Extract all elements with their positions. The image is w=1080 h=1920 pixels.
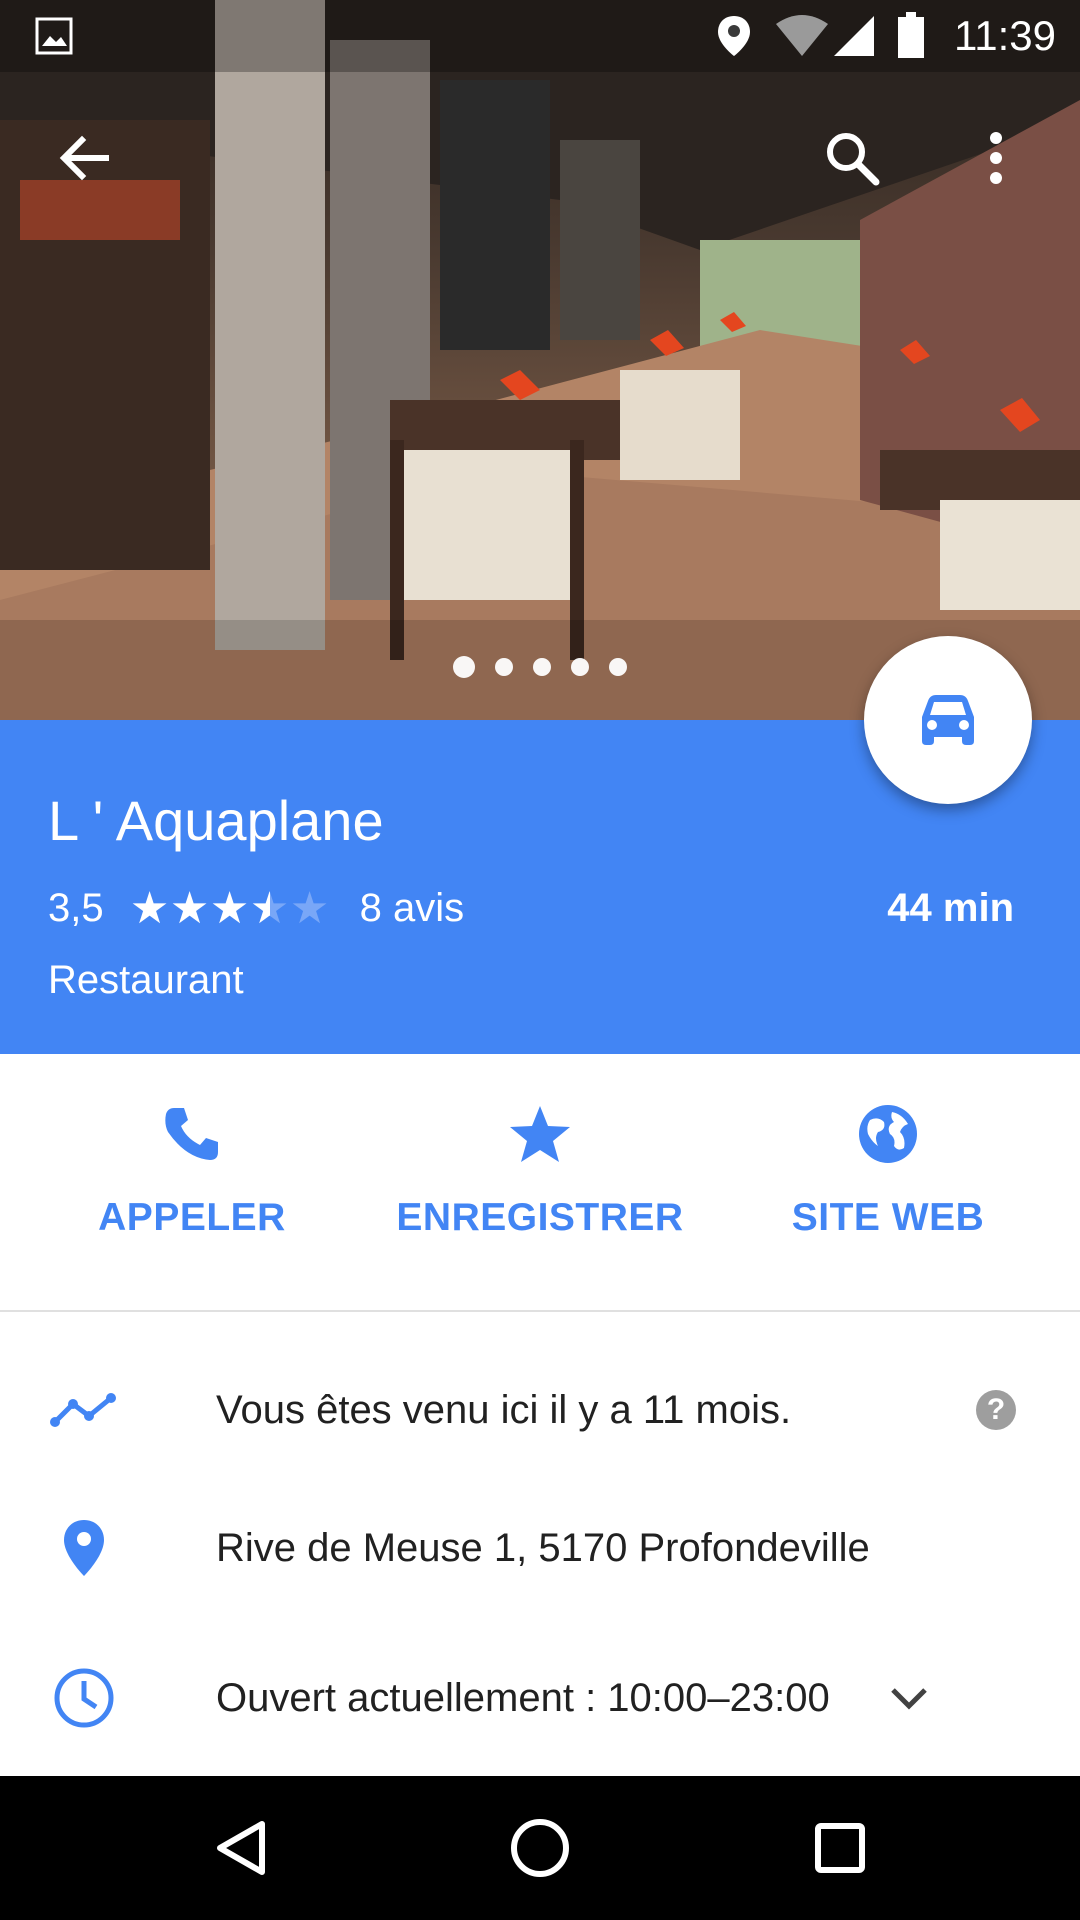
hours-text: Ouvert actuellement : 10:00–23:00 xyxy=(216,1675,830,1720)
pager-dot[interactable] xyxy=(533,658,551,676)
star-half-icon: ★ xyxy=(249,883,290,933)
action-bar: APPELER ENREGISTRER SITE WEB xyxy=(0,1054,1080,1312)
rating-value: 3,5 xyxy=(48,886,104,930)
place-photo[interactable] xyxy=(0,0,1080,720)
restaurant-photo xyxy=(0,0,1080,720)
system-nav-bar xyxy=(0,1776,1080,1920)
place-title: L ' Aquaplane xyxy=(48,789,384,852)
directions-button[interactable] xyxy=(864,636,1032,804)
save-button[interactable]: ENREGISTRER xyxy=(390,1102,690,1240)
battery-icon xyxy=(898,12,924,63)
star-empty-icon: ★ xyxy=(289,883,330,933)
more-vert-icon xyxy=(990,132,1002,184)
clock-icon xyxy=(44,1658,124,1738)
phone-icon xyxy=(165,1108,218,1160)
circle-home-icon xyxy=(511,1819,569,1877)
visit-history-row[interactable]: Vous êtes venu ici il y a 11 mois. ? xyxy=(0,1360,1080,1460)
visit-history-text: Vous êtes venu ici il y a 11 mois. xyxy=(216,1387,792,1432)
image-notification-icon xyxy=(34,16,74,61)
place-category: Restaurant xyxy=(48,958,244,1002)
wifi-icon xyxy=(774,14,830,63)
address-text: Rive de Meuse 1, 5170 Profondeville xyxy=(216,1525,870,1570)
back-button[interactable] xyxy=(44,118,124,198)
travel-time: 44 min xyxy=(887,886,1014,930)
pager-dot[interactable] xyxy=(495,658,513,676)
call-label: APPELER xyxy=(98,1196,286,1239)
triangle-back-icon xyxy=(217,1821,265,1875)
square-recents-icon xyxy=(815,1823,865,1873)
timeline-icon xyxy=(44,1370,124,1450)
rating-stars: ★ ★ ★ ★ ★ xyxy=(129,883,330,933)
location-icon xyxy=(716,14,752,63)
star-full-icon: ★ xyxy=(169,883,210,933)
website-label: SITE WEB xyxy=(791,1196,985,1239)
place-pin-icon xyxy=(44,1508,124,1588)
pager-dot[interactable] xyxy=(609,658,627,676)
review-count: 8 avis xyxy=(359,886,465,930)
save-label: ENREGISTRER xyxy=(396,1196,684,1239)
search-icon xyxy=(827,133,880,186)
clock: 11:39 xyxy=(954,12,1056,59)
more-options-button[interactable] xyxy=(956,118,1036,198)
star-full-icon: ★ xyxy=(209,883,250,933)
status-bar: 11:39 xyxy=(0,0,1080,72)
pager-dot[interactable] xyxy=(571,658,589,676)
pager-dot[interactable] xyxy=(453,656,475,678)
arrow-back-icon xyxy=(59,135,109,181)
car-icon xyxy=(922,695,974,745)
star-full-icon: ★ xyxy=(129,883,170,933)
expand-hours-button[interactable] xyxy=(884,1673,934,1723)
globe-icon xyxy=(859,1105,917,1163)
rating-row[interactable]: 3,5 ★ ★ ★ ★ ★ 8 avis xyxy=(48,886,464,931)
website-button[interactable]: SITE WEB xyxy=(738,1102,1038,1240)
hours-row[interactable]: Ouvert actuellement : 10:00–23:00 xyxy=(0,1648,1080,1748)
search-button[interactable] xyxy=(812,118,892,198)
nav-home-button[interactable] xyxy=(500,1808,580,1888)
chevron-down-icon xyxy=(891,1688,927,1710)
help-icon[interactable]: ? xyxy=(976,1390,1016,1430)
star-icon xyxy=(510,1106,570,1162)
cell-signal-icon xyxy=(832,14,876,63)
nav-back-button[interactable] xyxy=(202,1808,282,1888)
nav-recents-button[interactable] xyxy=(800,1808,880,1888)
address-row[interactable]: Rive de Meuse 1, 5170 Profondeville xyxy=(0,1498,1080,1598)
call-button[interactable]: APPELER xyxy=(42,1102,342,1240)
